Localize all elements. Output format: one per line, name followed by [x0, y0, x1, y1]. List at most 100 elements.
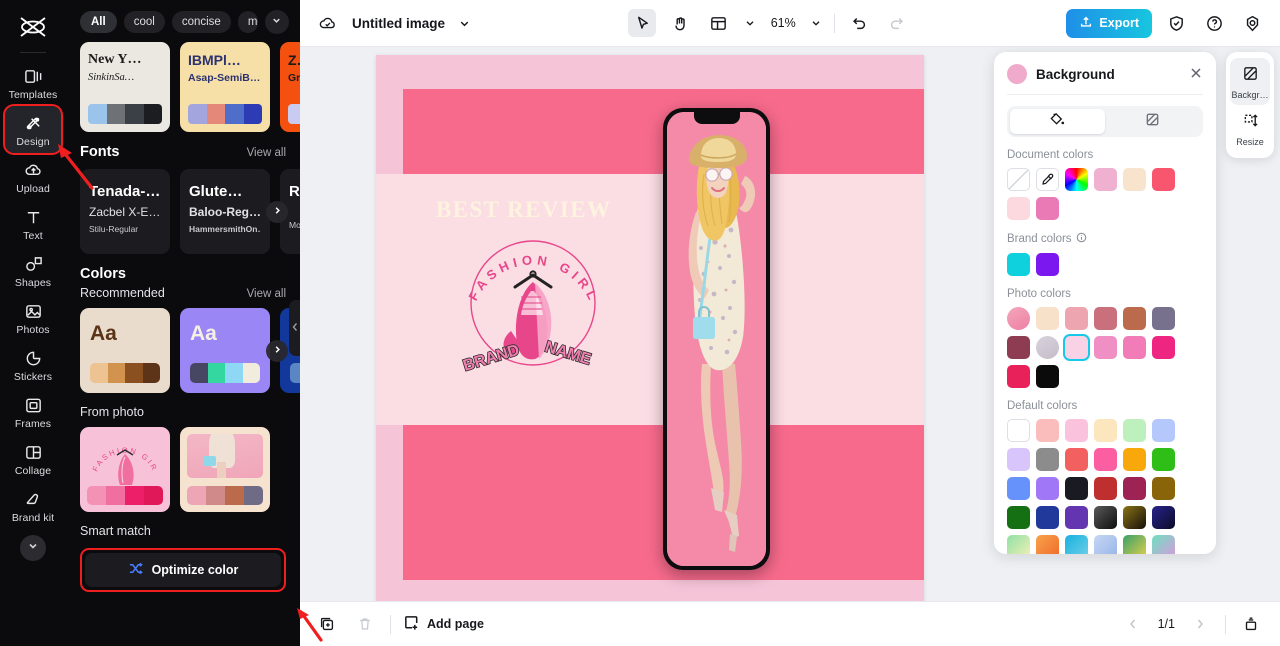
template-card[interactable]: New Y… SinkinSa… [80, 42, 170, 132]
fashion-girl-logo-thumbnail[interactable] [1036, 336, 1059, 359]
default-color-swatch[interactable] [1094, 419, 1117, 442]
filter-chip-modern[interactable]: modern [237, 11, 258, 33]
shield-check-icon[interactable] [1162, 9, 1190, 37]
zoom-dropdown-caret[interactable] [808, 9, 824, 37]
right-rail-item-background[interactable]: Backgr… [1230, 58, 1270, 105]
sidebar-item-brand-kit[interactable]: Brand kit [5, 482, 61, 529]
document-color-swatch[interactable] [1094, 168, 1117, 191]
default-color-swatch[interactable] [1123, 448, 1146, 471]
default-color-swatch[interactable] [1036, 448, 1059, 471]
font-card[interactable]: Glute… Baloo-Reg… HammersmithOn… [180, 169, 270, 254]
document-color-swatch[interactable] [1036, 197, 1059, 220]
photo-color-swatch[interactable] [1007, 336, 1030, 359]
headline-text[interactable]: BEST REVIEW [436, 197, 611, 223]
phone-mockup[interactable] [663, 108, 770, 570]
photo-color-swatch[interactable] [1036, 365, 1059, 388]
default-color-swatch[interactable] [1036, 419, 1059, 442]
sidebar-item-design[interactable]: Design [5, 106, 61, 153]
cloud-save-icon[interactable] [314, 9, 342, 37]
photo-color-swatch[interactable] [1123, 307, 1146, 330]
default-color-swatch[interactable] [1152, 477, 1175, 500]
cursor-select-tool[interactable] [628, 9, 657, 37]
default-color-swatch[interactable] [1123, 477, 1146, 500]
default-gradient-swatch[interactable] [1065, 535, 1088, 554]
redo-button[interactable] [883, 9, 911, 37]
template-card[interactable]: Z… Gro… [280, 42, 300, 132]
document-color-swatch[interactable] [1152, 168, 1175, 191]
photo-color-swatch[interactable] [1123, 336, 1146, 359]
default-color-swatch[interactable] [1007, 477, 1030, 500]
default-color-swatch[interactable] [1007, 506, 1030, 529]
document-color-swatch[interactable] [1123, 168, 1146, 191]
title-dropdown-caret[interactable] [455, 9, 473, 37]
tab-pattern-fill[interactable] [1105, 109, 1200, 134]
prev-page-button[interactable] [1120, 611, 1146, 637]
default-color-swatch[interactable] [1123, 419, 1146, 442]
sidebar-item-frames[interactable]: Frames [5, 388, 61, 435]
photo-color-swatch[interactable] [1094, 336, 1117, 359]
color-wheel-icon[interactable] [1065, 168, 1088, 191]
default-gradient-swatch[interactable] [1094, 506, 1117, 529]
filter-chip-cool[interactable]: cool [123, 11, 165, 33]
photo-color-swatch[interactable] [1094, 307, 1117, 330]
sidebar-item-shapes[interactable]: Shapes [5, 247, 61, 294]
capcut-logo[interactable] [13, 8, 53, 46]
default-gradient-swatch[interactable] [1007, 535, 1030, 554]
fonts-next-button[interactable] [266, 201, 288, 223]
default-color-swatch[interactable] [1007, 448, 1030, 471]
fonts-view-all[interactable]: View all [247, 147, 286, 159]
photo-color-swatch[interactable] [1152, 336, 1175, 359]
close-icon[interactable] [1189, 66, 1203, 82]
photo-color-swatch[interactable] [1065, 307, 1088, 330]
sidebar-item-collage[interactable]: Collage [5, 435, 61, 482]
font-card[interactable]: Tenada-… Zacbel X-E… Stilu-Regular [80, 169, 170, 254]
duplicate-page-button[interactable] [314, 611, 340, 637]
default-gradient-swatch[interactable] [1123, 506, 1146, 529]
sidebar-item-text[interactable]: Text [5, 200, 61, 247]
default-color-swatch[interactable] [1094, 477, 1117, 500]
expand-rail-button[interactable] [20, 535, 46, 561]
default-gradient-swatch[interactable] [1036, 535, 1059, 554]
sidebar-item-stickers[interactable]: Stickers [5, 341, 61, 388]
current-background-swatch[interactable] [1007, 64, 1027, 84]
default-color-swatch[interactable] [1065, 477, 1088, 500]
pages-panel-button[interactable] [1238, 611, 1264, 637]
default-color-swatch[interactable] [1152, 448, 1175, 471]
photo-color-swatch[interactable] [1036, 307, 1059, 330]
undo-button[interactable] [845, 9, 873, 37]
info-icon[interactable] [1076, 232, 1087, 246]
document-title[interactable]: Untitled image [352, 16, 445, 31]
default-color-swatch[interactable] [1036, 506, 1059, 529]
layout-grid-tool[interactable] [704, 9, 732, 37]
default-color-swatch[interactable] [1065, 448, 1088, 471]
sidebar-item-upload[interactable]: Upload [5, 153, 61, 200]
photo-palette-card[interactable] [180, 427, 270, 512]
default-color-swatch[interactable] [1065, 506, 1088, 529]
next-page-button[interactable] [1187, 611, 1213, 637]
layout-dropdown-caret[interactable] [742, 9, 758, 37]
delete-page-button[interactable] [352, 611, 378, 637]
filter-more-button[interactable] [264, 10, 289, 34]
default-color-swatch[interactable] [1152, 419, 1175, 442]
design-canvas[interactable]: BEST REVIEW FASHION GIRL BRAND NAME [376, 55, 924, 601]
right-rail-item-resize[interactable]: Resize [1230, 105, 1270, 152]
brand-color-swatch[interactable] [1036, 253, 1059, 276]
tab-solid-fill[interactable] [1010, 109, 1105, 134]
photo-color-swatch[interactable] [1007, 365, 1030, 388]
filter-chip-concise[interactable]: concise [171, 11, 231, 33]
default-color-swatch[interactable] [1036, 477, 1059, 500]
colors-next-button[interactable] [266, 340, 288, 362]
settings-gear-icon[interactable] [1238, 9, 1266, 37]
photo-color-swatch[interactable] [1152, 307, 1175, 330]
sidebar-item-templates[interactable]: Templates [5, 59, 61, 106]
default-gradient-swatch[interactable] [1094, 535, 1117, 554]
recommended-view-all[interactable]: View all [247, 288, 286, 300]
eyedropper-icon[interactable] [1036, 168, 1059, 191]
photo-palette-card[interactable]: FASHION GIRL [80, 427, 170, 512]
no-color-icon[interactable] [1007, 168, 1030, 191]
export-button[interactable]: Export [1066, 8, 1153, 38]
default-color-swatch[interactable] [1094, 448, 1117, 471]
photo-color-swatch-selected[interactable] [1065, 336, 1088, 359]
brand-color-swatch[interactable] [1007, 253, 1030, 276]
help-circle-icon[interactable] [1200, 9, 1228, 37]
